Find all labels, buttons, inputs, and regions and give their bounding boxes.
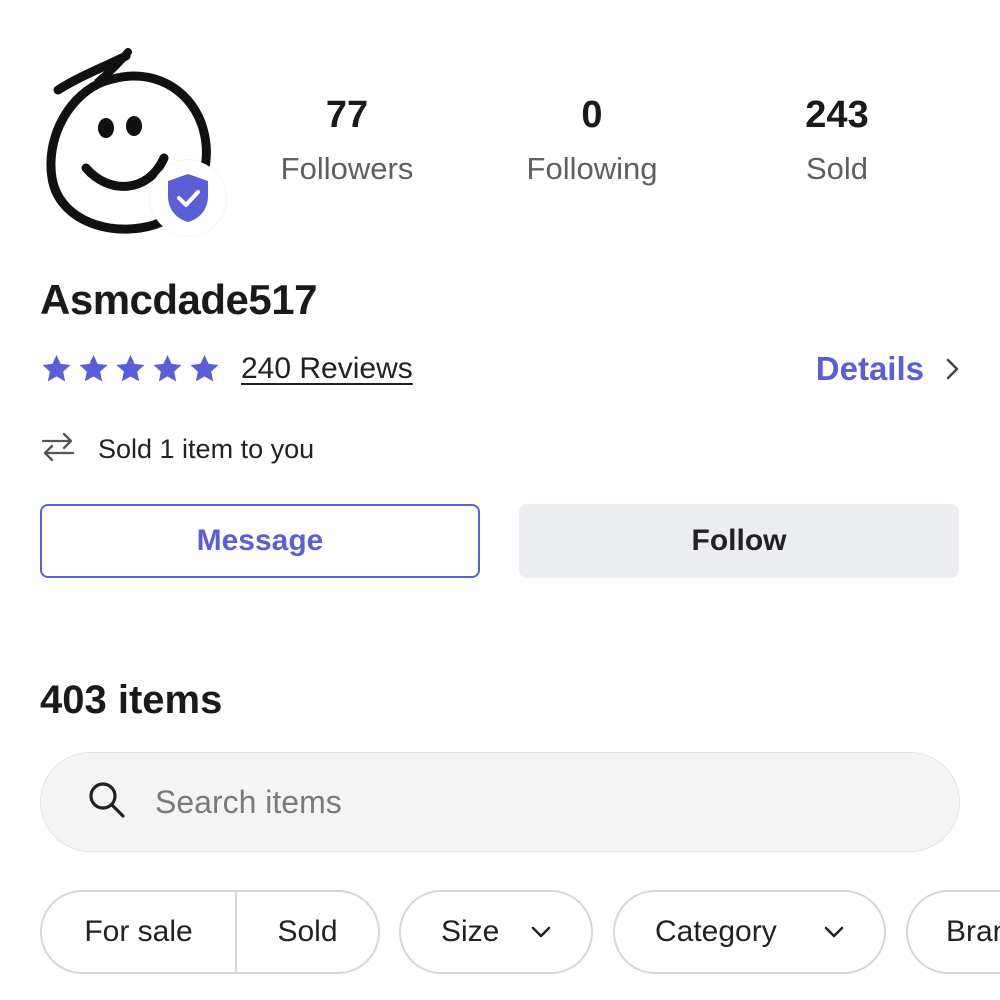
filter-for-sale[interactable]: For sale xyxy=(42,892,235,972)
rating-row: 240 Reviews xyxy=(40,346,413,392)
search-input[interactable] xyxy=(153,782,857,822)
star-icon xyxy=(79,355,108,382)
star-icon xyxy=(190,355,219,382)
swap-arrows-icon xyxy=(40,432,76,467)
message-button[interactable]: Message xyxy=(40,504,480,578)
stat-followers[interactable]: 77 Followers xyxy=(237,92,457,188)
filter-category-label: Category xyxy=(655,915,777,948)
username: Asmcdade517 xyxy=(40,276,318,323)
followers-count: 77 xyxy=(325,94,369,136)
verified-shield-icon xyxy=(168,174,208,222)
chevron-down-icon xyxy=(531,926,551,938)
items-count: 403 items xyxy=(40,678,223,722)
following-count: 0 xyxy=(581,94,603,136)
filter-sold[interactable]: Sold xyxy=(237,892,378,972)
filter-category[interactable]: Category xyxy=(613,890,886,974)
sold-count: 243 xyxy=(805,94,869,136)
stat-following[interactable]: 0 Following xyxy=(482,92,702,188)
verified-badge xyxy=(150,160,226,236)
chevron-down-icon xyxy=(824,926,844,938)
search-icon xyxy=(87,780,127,825)
filter-size[interactable]: Size xyxy=(399,890,593,974)
details-label: Details xyxy=(815,350,924,387)
star-icon xyxy=(42,355,71,382)
followers-label: Followers xyxy=(280,151,414,186)
details-link[interactable]: Details xyxy=(816,346,960,392)
sold-label: Sold xyxy=(805,151,869,186)
star-icon xyxy=(116,355,145,382)
filter-brand[interactable]: Brand xyxy=(906,890,1000,974)
follow-button[interactable]: Follow xyxy=(519,504,959,578)
chevron-right-icon xyxy=(946,358,960,380)
search-bar[interactable] xyxy=(40,752,960,852)
stat-sold[interactable]: 243 Sold xyxy=(727,92,947,188)
following-label: Following xyxy=(526,151,658,186)
sold-to-you-text: Sold 1 item to you xyxy=(98,433,315,464)
reviews-link[interactable]: 240 Reviews xyxy=(241,352,413,386)
star-rating xyxy=(40,353,221,385)
status-toggle: For sale Sold xyxy=(40,890,380,974)
filter-brand-label: Brand xyxy=(946,915,1000,948)
star-icon xyxy=(153,355,182,382)
sold-to-you-row: Sold 1 item to you xyxy=(40,428,314,470)
filter-size-label: Size xyxy=(441,915,500,948)
